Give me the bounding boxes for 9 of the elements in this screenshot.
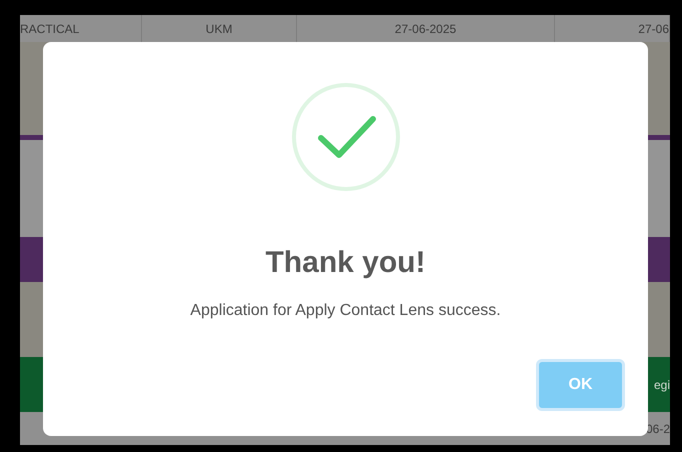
row-text: egi — [654, 376, 670, 394]
cell-text: UKM — [206, 20, 232, 38]
dialog-message: Application for Apply Contact Lens success. — [190, 301, 501, 321]
cell-text: 27-06-2025 — [394, 20, 456, 38]
checkmark-icon — [290, 82, 400, 192]
ok-button[interactable]: OK — [536, 359, 625, 411]
cell-text: 27-06 — [638, 20, 669, 38]
dialog-title: Thank you! — [265, 245, 426, 281]
cell-text: RACTICAL — [20, 20, 80, 38]
